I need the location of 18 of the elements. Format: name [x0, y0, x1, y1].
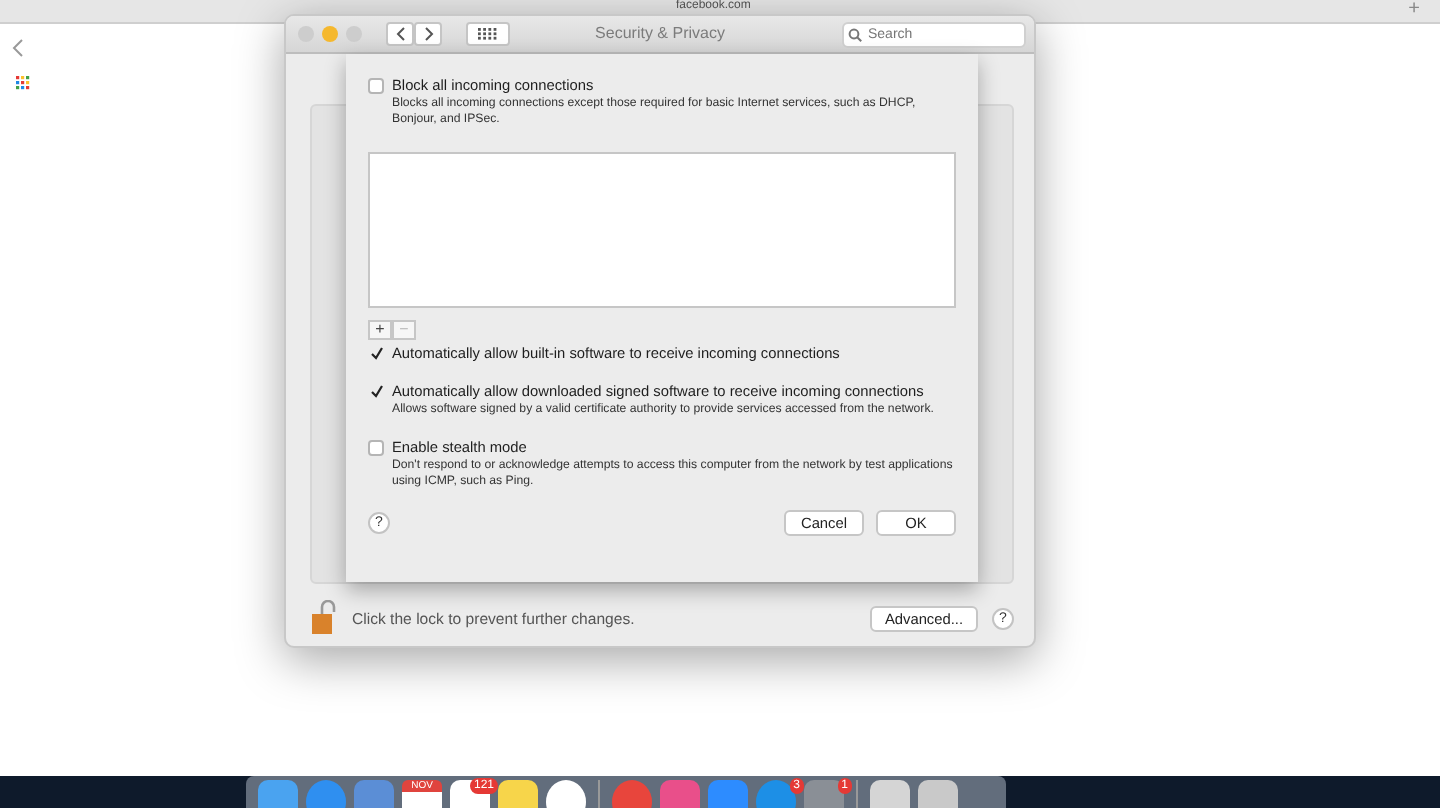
checkbox[interactable] — [368, 77, 384, 93]
grid-icon — [478, 28, 498, 40]
back-button[interactable] — [386, 22, 414, 46]
add-button[interactable]: + — [368, 320, 392, 340]
forward-button[interactable] — [414, 22, 442, 46]
apps-grid-icon[interactable] — [16, 76, 30, 90]
zoom-button[interactable] — [346, 26, 362, 42]
checkmark-icon — [369, 346, 383, 360]
checkbox[interactable] — [368, 383, 384, 399]
lock-icon[interactable] — [310, 600, 338, 636]
chevron-right-icon — [423, 26, 433, 42]
checkbox[interactable] — [368, 439, 384, 455]
checkmark-icon — [369, 384, 383, 398]
chevron-left-icon — [395, 26, 405, 42]
window-title: Security & Privacy — [595, 24, 725, 44]
minimize-button[interactable] — [322, 26, 338, 42]
show-all-button[interactable] — [466, 22, 510, 46]
checkbox[interactable] — [368, 345, 384, 361]
